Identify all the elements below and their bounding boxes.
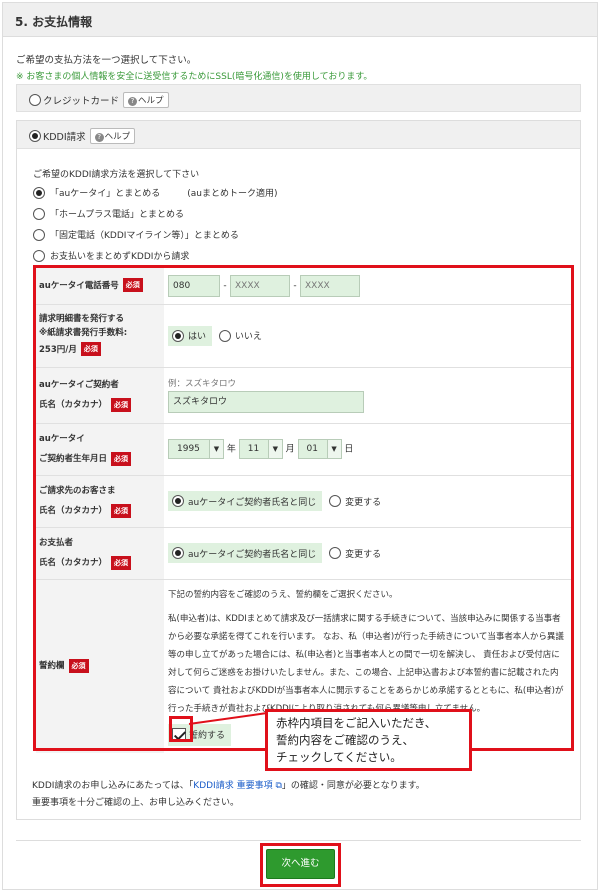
callout-line: 赤枠内項目をご記入いただき、: [276, 716, 437, 730]
help-icon: ?: [128, 97, 138, 106]
checkbox-highlight: [169, 716, 193, 742]
kddi-method-au[interactable]: 「auケータイ」とまとめる (auまとめトーク適用): [33, 182, 277, 203]
kddi-method-radio[interactable]: [33, 228, 45, 241]
help-label: ヘルプ: [104, 132, 131, 142]
credit-card-radio[interactable]: [29, 94, 41, 106]
kddi-notice: KDDI請求のお申し込みにあたっては、「KDDI請求 重要事項 ⧉」の確認・同意…: [32, 778, 425, 812]
kddi-method-label: 「auケータイ」とまとめる (auまとめトーク適用): [50, 189, 278, 199]
section-header: 5. お支払情報: [3, 3, 597, 37]
intro-instruction: ご希望の支払方法を一つ選択して下さい。: [16, 55, 197, 66]
notice-line2: 重要事項を十分ご確認の上、お申し込みください。: [32, 798, 240, 808]
credit-card-label: クレジットカード: [43, 96, 120, 107]
callout-line: チェックしてください。: [276, 750, 402, 764]
credit-card-option[interactable]: クレジットカード ? ヘルプ: [16, 84, 581, 112]
notice-suffix: 」の確認・同意が必要となります。: [281, 781, 425, 791]
kddi-method-radio[interactable]: [33, 186, 45, 199]
next-button[interactable]: 次へ進む: [266, 849, 335, 879]
kddi-method-label: 「固定電話（KDDIマイライン等）」とまとめる: [50, 231, 239, 241]
instruction-callout: 赤枠内項目をご記入いただき、 誓約内容をご確認のうえ、 チェックしてください。: [265, 709, 472, 771]
kddi-method-label: お支払いをまとめずKDDIから請求: [50, 252, 190, 262]
ssl-notice: ※ お客さまの個人情報を安全に送受信するためにSSL(暗号化通信)を使用しており…: [16, 72, 373, 82]
help-label: ヘルプ: [138, 96, 164, 106]
kddi-method-fixed[interactable]: 「固定電話（KDDIマイライン等）」とまとめる: [33, 224, 277, 245]
important-matters-link[interactable]: KDDI請求 重要事項 ⧉: [193, 781, 282, 791]
kddi-method-separate[interactable]: お支払いをまとめずKDDIから請求: [33, 245, 277, 266]
divider: [16, 840, 581, 841]
intro-text: ご希望の支払方法を一つ選択して下さい。 ※ お客さまの個人情報を安全に送受信する…: [16, 52, 372, 82]
kddi-method-label: 「ホームプラス電話」とまとめる: [50, 210, 185, 220]
kddi-method-homeplus[interactable]: 「ホームプラス電話」とまとめる: [33, 203, 277, 224]
credit-help-button[interactable]: ? ヘルプ: [123, 92, 169, 108]
help-icon: ?: [94, 133, 104, 142]
kddi-method-radio[interactable]: [33, 249, 45, 262]
kddi-method-options: ご希望のKDDI請求方法を選択して下さい 「auケータイ」とまとめる (auまと…: [33, 167, 277, 266]
kddi-radio[interactable]: [29, 130, 41, 142]
kddi-method-title: ご希望のKDDI請求方法を選択して下さい: [33, 170, 200, 180]
required-area-highlight: [33, 265, 574, 751]
kddi-option-header[interactable]: KDDI請求 ? ヘルプ: [17, 121, 580, 149]
callout-line: 誓約内容をご確認のうえ、: [276, 733, 414, 747]
section-title: 5. お支払情報: [15, 15, 93, 29]
notice-prefix: KDDI請求のお申し込みにあたっては、「: [32, 781, 194, 791]
kddi-method-radio[interactable]: [33, 207, 45, 220]
kddi-label: KDDI請求: [43, 132, 86, 143]
kddi-help-button[interactable]: ? ヘルプ: [89, 128, 136, 144]
